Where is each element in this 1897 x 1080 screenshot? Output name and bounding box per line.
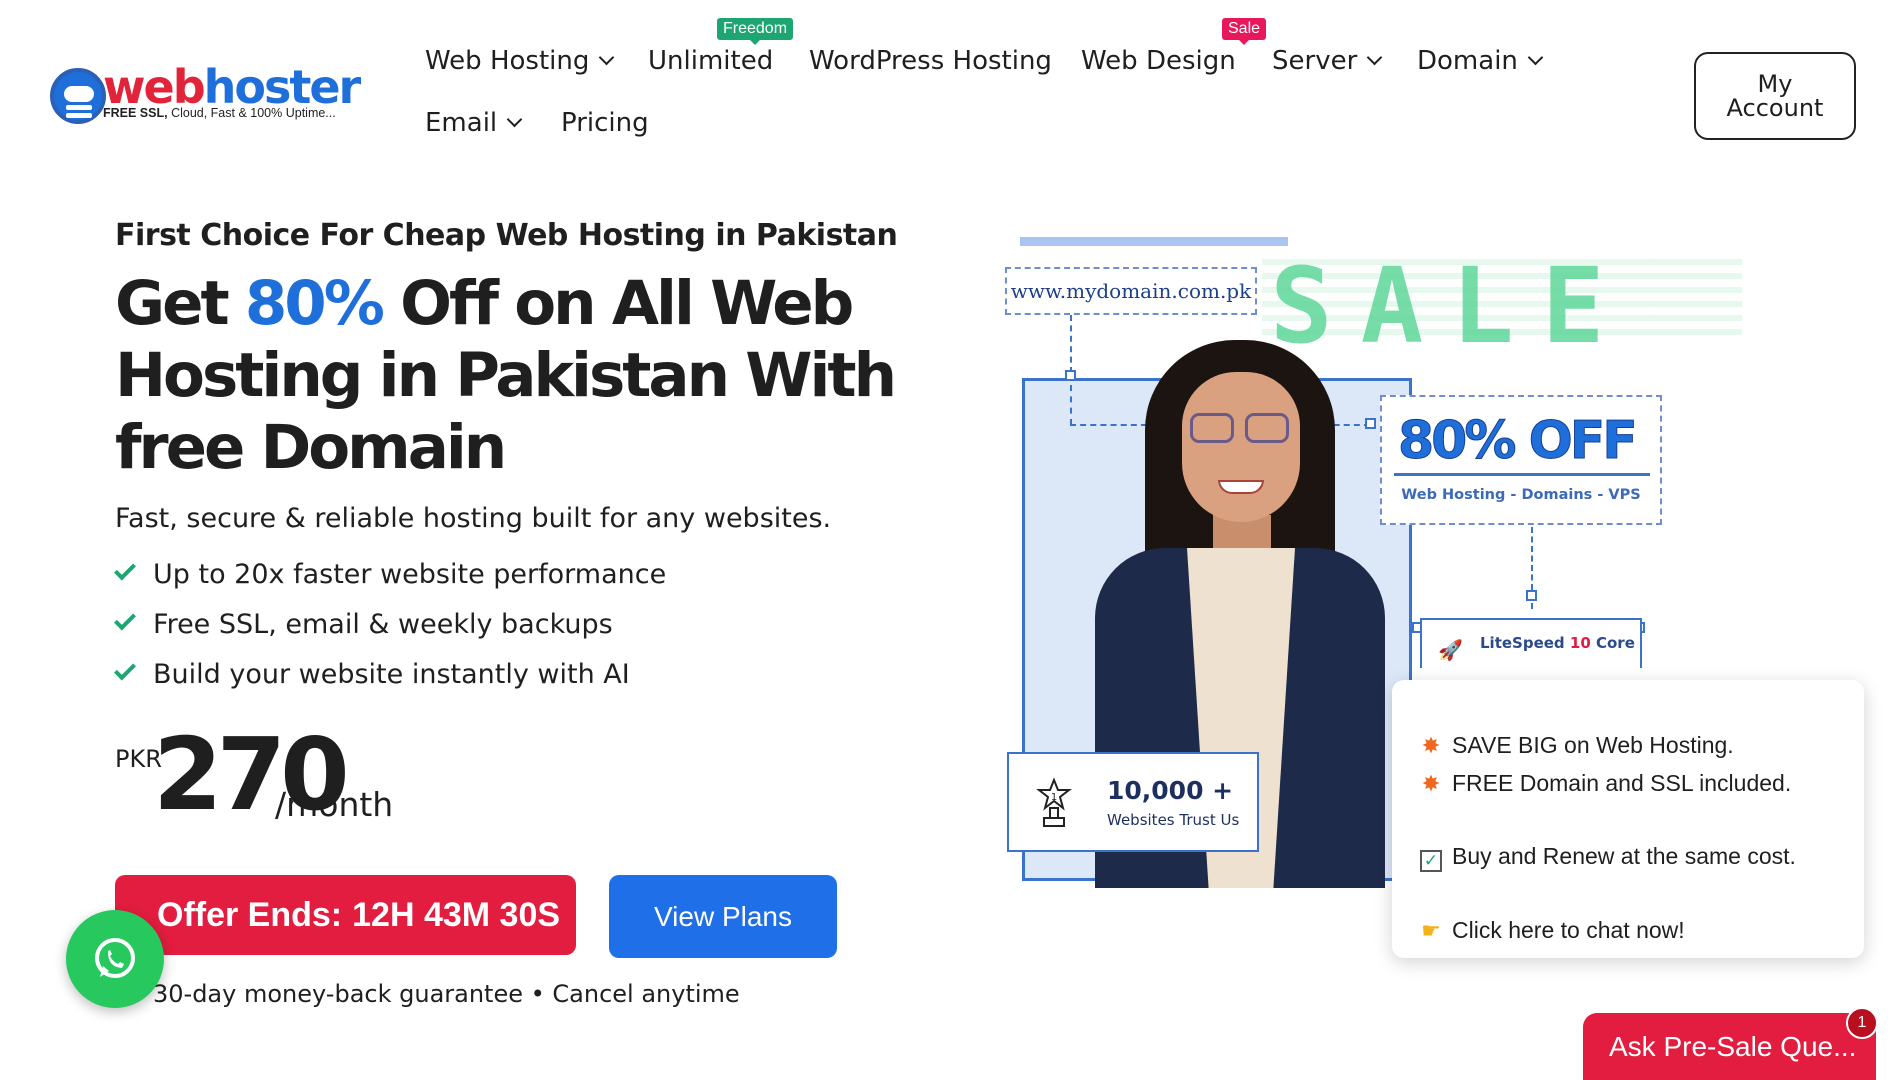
nav-unlimited[interactable]: Unlimited bbox=[648, 46, 773, 76]
burst-icon: ✸ bbox=[1421, 771, 1441, 796]
trust-label: Websites Trust Us bbox=[1107, 811, 1240, 829]
nav-wordpress-hosting[interactable]: WordPress Hosting bbox=[809, 46, 1052, 76]
chat-line: ✸ FREE Domain and SSL included. bbox=[1418, 770, 1791, 797]
feature-item: Up to 20x faster website performance bbox=[114, 555, 666, 605]
whatsapp-button[interactable] bbox=[66, 910, 164, 1008]
chevron-down-icon bbox=[506, 111, 523, 128]
trophy-icon: 1 bbox=[1036, 777, 1072, 827]
chat-popup[interactable]: ✸ SAVE BIG on Web Hosting. ✸ FREE Domain a… bbox=[1392, 680, 1864, 958]
nav-web-hosting[interactable]: Web Hosting bbox=[425, 46, 615, 76]
hero-subline: Fast, secure & reliable hosting built fo… bbox=[115, 503, 832, 534]
nav-server[interactable]: Server bbox=[1272, 46, 1383, 76]
check-icon bbox=[114, 658, 136, 681]
litespeed-card: 🚀 LiteSpeed 10 Core bbox=[1420, 618, 1642, 668]
trust-card: 1 10,000 + Websites Trust Us bbox=[1007, 752, 1259, 852]
chevron-down-icon bbox=[1366, 49, 1383, 66]
my-account-button[interactable]: My Account bbox=[1694, 52, 1856, 140]
trust-count: 10,000 + bbox=[1107, 776, 1234, 805]
rocket-icon: 🚀 bbox=[1438, 640, 1463, 662]
nav-badge-freedom: Freedom bbox=[717, 18, 794, 45]
offer-timer: 12H 43M 30S bbox=[352, 895, 561, 934]
nav-web-design[interactable]: Web Design bbox=[1081, 46, 1236, 76]
price-period: /month bbox=[275, 785, 394, 824]
offer-countdown-button[interactable]: Offer Ends: 12H 43M 30S bbox=[115, 875, 576, 955]
pointing-hand-icon: ☛ bbox=[1421, 918, 1441, 943]
discount-card: 80% OFF Web Hosting - Domains - VPS bbox=[1380, 395, 1662, 525]
checkbox-icon: ✓ bbox=[1420, 850, 1442, 872]
decorative-bar bbox=[1020, 237, 1288, 246]
litespeed-label: LiteSpeed 10 Core bbox=[1480, 634, 1635, 652]
svg-text:1: 1 bbox=[1051, 792, 1057, 803]
feature-item: Free SSL, email & weekly backups bbox=[114, 605, 666, 655]
whatsapp-icon bbox=[95, 938, 135, 978]
chat-line: ✸ SAVE BIG on Web Hosting. bbox=[1418, 732, 1734, 759]
site-logo[interactable]: webhoster FREE SSL, Cloud, Fast & 100% U… bbox=[50, 60, 361, 132]
offer-label: Offer Ends: bbox=[157, 895, 343, 934]
logo-tagline: FREE SSL, Cloud, Fast & 100% Uptime... bbox=[103, 106, 336, 120]
discount-highlight: 80% bbox=[244, 268, 385, 339]
guarantee-text: 30-day money-back guarantee • Cancel any… bbox=[153, 980, 740, 1008]
view-plans-button[interactable]: View Plans bbox=[609, 875, 837, 958]
feature-item: Build your website instantly with AI bbox=[114, 655, 666, 705]
nav-badge-sale: Sale bbox=[1222, 18, 1267, 45]
domain-label: www.mydomain.com.pk bbox=[1005, 267, 1257, 315]
nav-domain[interactable]: Domain bbox=[1417, 46, 1544, 76]
chat-line[interactable]: ☛ Click here to chat now! bbox=[1418, 917, 1685, 944]
discount-title: 80% OFF bbox=[1398, 411, 1639, 472]
feature-list: Up to 20x faster website performance Fre… bbox=[114, 555, 666, 705]
burst-icon: ✸ bbox=[1421, 733, 1441, 758]
hero-headline: Get 80% Off on All Web Hosting in Pakist… bbox=[115, 268, 897, 483]
nav-pricing[interactable]: Pricing bbox=[561, 108, 649, 138]
discount-services: Web Hosting - Domains - VPS bbox=[1401, 487, 1641, 503]
hero-eyebrow: First Choice For Cheap Web Hosting in Pa… bbox=[115, 218, 898, 253]
chat-line: ✓ Buy and Renew at the same cost. bbox=[1418, 843, 1796, 872]
presale-chat-button[interactable]: Ask Pre-Sale Que... bbox=[1583, 1013, 1876, 1080]
nav-email[interactable]: Email bbox=[425, 108, 523, 138]
chevron-down-icon bbox=[1527, 49, 1544, 66]
unread-badge: 1 bbox=[1846, 1007, 1878, 1039]
cloud-server-icon bbox=[50, 68, 106, 124]
check-icon bbox=[114, 558, 136, 581]
check-icon bbox=[114, 608, 136, 631]
chevron-down-icon bbox=[599, 49, 615, 66]
